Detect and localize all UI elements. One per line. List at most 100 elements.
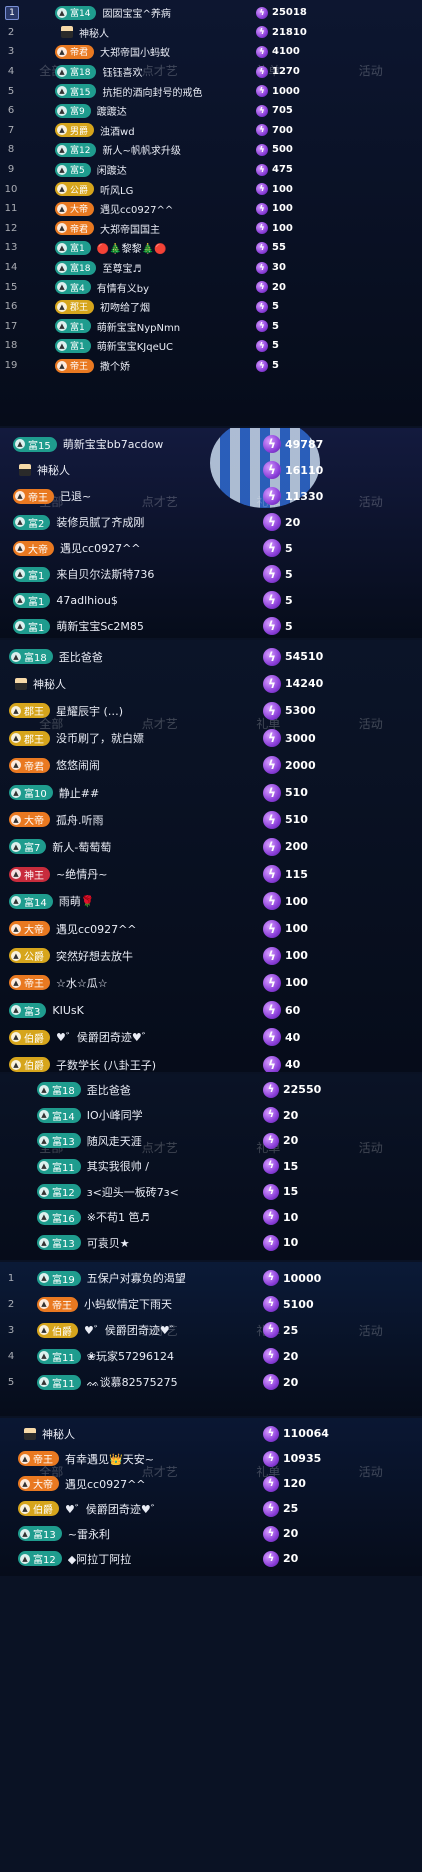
level-badge: ▲ 富4 — [55, 280, 91, 295]
level-badge: ▲ 帝君 — [55, 221, 95, 236]
leaderboard-row[interactable]: ▲ 大帝 遇见cc0927^^ ϟ 100 — [0, 916, 422, 941]
rank-number: 17 — [4, 320, 18, 332]
leaderboard-row[interactable]: ▲ 富13 随风走天涯 ϟ 20 — [0, 1129, 422, 1153]
leaderboard-row[interactable]: 16 ▲ 郡王 初吻给了烟 ϟ 5 — [0, 298, 422, 316]
leaderboard-row[interactable]: 8 ▲ 富12 新人~帆帆求升级 ϟ 500 — [0, 141, 422, 159]
leaderboard-row[interactable]: ▲ 帝王 ☆水☆瓜☆ ϟ 100 — [0, 970, 422, 995]
username: ❀玩家57296124 — [86, 1350, 174, 1363]
leaderboard-row[interactable]: 9 ▲ 富5 闲踱达 ϟ 475 — [0, 161, 422, 179]
leaderboard-row[interactable]: ▲ 富12 ◆阿拉丁阿拉 ϟ 20 — [0, 1547, 422, 1570]
leaderboard-row[interactable]: 18 ▲ 富1 萌新宝宝KJqeUC ϟ 5 — [0, 337, 422, 355]
leaderboard-row[interactable]: 10 ▲ 公爵 听风LG ϟ 100 — [0, 180, 422, 198]
leaderboard-row[interactable]: ▲ 郡王 没币刷了，就白嫖 ϟ 3000 — [0, 726, 422, 751]
leaderboard-row[interactable]: 神秘人 ϟ 110064 — [0, 1422, 422, 1445]
leaderboard-row[interactable]: 2 神秘人 ϟ 21810 — [0, 24, 422, 42]
leaderboard-row[interactable]: ▲ 神王 ~绝情丹~ ϟ 115 — [0, 862, 422, 887]
leaderboard-row[interactable]: 6 ▲ 富9 踱踱达 ϟ 705 — [0, 102, 422, 120]
coin-amount: 54510 — [285, 650, 324, 664]
leaderboard-row[interactable]: ▲ 富3 KIUsK ϟ 60 — [0, 998, 422, 1023]
coin-amount: 40 — [285, 1058, 301, 1072]
leaderboard-row[interactable]: 14 ▲ 富18 至尊宝♬ ϟ 30 — [0, 259, 422, 277]
leaderboard-row[interactable]: ▲ 富16 ※不苟1 笆♬ ϟ 10 — [0, 1206, 422, 1230]
badge-label: 富18 — [70, 68, 91, 79]
leaderboard-row[interactable]: ▲ 富1 来自贝尔法斯特736 ϟ 5 — [0, 562, 422, 586]
leaderboard-row[interactable]: 神秘人 ϟ 14240 — [0, 671, 422, 696]
username: 遇见cc0927^^ — [60, 542, 141, 555]
contribution-value: ϟ5 — [256, 320, 279, 333]
username: 47adlhiou$ — [56, 593, 118, 607]
leaderboard-row[interactable]: 7 ▲ 男爵 浊酒wd ϟ 700 — [0, 122, 422, 140]
leaderboard-row[interactable]: 1 ▲ 富14 囡囡宝宝^养病 ϟ 25018 — [0, 4, 422, 22]
leaderboard-row[interactable]: ▲ 富2 装修员腻了齐成刚 ϟ 20 — [0, 510, 422, 534]
lightning-coin-icon: ϟ — [263, 1132, 279, 1149]
leaderboard-row[interactable]: 17 ▲ 富1 萌新宝宝NypNmn ϟ 5 — [0, 318, 422, 336]
leaderboard-row[interactable]: 神秘人 ϟ 16110 — [0, 458, 422, 482]
badge-label: 帝王 — [28, 492, 48, 504]
lightning-coin-icon: ϟ — [263, 946, 281, 965]
leaderboard-row[interactable]: ▲ 帝君 悠悠闹闹 ϟ 2000 — [0, 753, 422, 778]
lightning-coin-icon: ϟ — [256, 339, 268, 352]
leaderboard-row[interactable]: ▲ 富18 歪比爸爸 ϟ 22550 — [0, 1078, 422, 1102]
lightning-coin-icon: ϟ — [263, 701, 281, 720]
badge-emblem-icon: ▲ — [20, 1478, 30, 1489]
user-info: ▲ 郡王 初吻给了烟 — [55, 299, 250, 314]
user-info: ▲ 大帝 遇见cc0927^^ — [9, 921, 257, 937]
badge-emblem-icon: ▲ — [11, 705, 21, 716]
coin-amount: 510 — [285, 813, 308, 827]
badge-emblem-icon: ▲ — [39, 1377, 49, 1387]
leaderboard-row[interactable]: 4 ▲ 富11 ❀玩家57296124 ϟ 20 — [0, 1344, 422, 1368]
leaderboard-row[interactable]: ▲ 富15 萌新宝宝bb7acdow ϟ 49787 — [0, 432, 422, 456]
leaderboard-row[interactable]: ▲ 富7 新人-萄萄萄 ϟ 200 — [0, 834, 422, 859]
leaderboard-row[interactable]: ▲ 富12 ɜ<迎头一板砖7ɜ< ϟ 15 — [0, 1180, 422, 1204]
level-badge: ▲ 富5 — [55, 162, 91, 177]
leaderboard-row[interactable]: 1 ▲ 富19 五保户对寡负的渴望 ϟ 10000 — [0, 1266, 422, 1290]
user-info: ▲ 富2 装修员腻了齐成刚 — [13, 514, 257, 530]
lightning-coin-icon: ϟ — [256, 222, 268, 235]
coin-amount: 5 — [272, 340, 279, 352]
leaderboard-row[interactable]: 2 ▲ 帝王 小蚂蚁情定下雨天 ϟ 5100 — [0, 1292, 422, 1316]
coin-amount: 100 — [285, 894, 308, 908]
level-badge: ▲ 富15 — [13, 436, 57, 452]
contribution-value: ϟ 1270 — [256, 65, 300, 78]
level-badge: ▲ 富1 — [55, 338, 91, 353]
leaderboard-row[interactable]: ▲ 大帝 遇见cc0927^^ ϟ 120 — [0, 1472, 422, 1495]
user-info: ▲ 伯爵 ♥゛侯爵团奇迹♥゛ — [37, 1322, 257, 1338]
leaderboard-row[interactable]: ▲ 富1 47adlhiou$ ϟ 5 — [0, 588, 422, 612]
leaderboard-row[interactable]: ▲ 大帝 遇见cc0927^^ ϟ 5 — [0, 536, 422, 560]
leaderboard-row[interactable]: 5 ▲ 富15 抗拒的酒向封号的戒色 ϟ 1000 — [0, 82, 422, 100]
leaderboard-row[interactable]: ▲ 大帝 孤舟.听雨 ϟ 510 — [0, 807, 422, 832]
leaderboard-row[interactable]: ▲ 富10 静止## ϟ 510 — [0, 780, 422, 805]
leaderboard-row[interactable]: ▲ 富1 萌新宝宝Sc2M85 ϟ 5 — [0, 614, 422, 638]
leaderboard-row[interactable]: ▲ 伯爵 子数学长 (八卦王子) ϟ 40 — [0, 1052, 422, 1072]
leaderboard-row[interactable]: ▲ 公爵 突然好想去放牛 ϟ 100 — [0, 943, 422, 968]
leaderboard-row[interactable]: 12 ▲ 帝君 大郑帝国国主 ϟ 100 — [0, 220, 422, 238]
lightning-coin-icon: ϟ — [256, 85, 268, 98]
leaderboard-row[interactable]: 15 ▲ 富4 有情有义by ϟ 20 — [0, 278, 422, 296]
leaderboard-row[interactable]: ▲ 帝王 已退~ ϟ 11330 — [0, 484, 422, 508]
leaderboard-row[interactable]: ▲ 帝王 有幸遇见👑天安~ ϟ 10935 — [0, 1447, 422, 1470]
leaderboard-row[interactable]: ▲ 富14 IO小峰同学 ϟ 20 — [0, 1104, 422, 1128]
leaderboard-row[interactable]: ▲ 富11 其实我很帅 / ϟ 15 — [0, 1155, 422, 1179]
level-badge: ▲ 富1 — [55, 240, 91, 255]
leaderboard-row[interactable]: ▲ 富13 可袁贝★ ϟ 10 — [0, 1231, 422, 1255]
leaderboard-row[interactable]: ▲ 伯爵 ♥゛侯爵团奇迹♥゛ ϟ 40 — [0, 1025, 422, 1050]
leaderboard-row[interactable]: 19 ▲ 帝王 撒个娇 ϟ 5 — [0, 357, 422, 375]
leaderboard-row[interactable]: ▲ 伯爵 ♥゛侯爵团奇迹♥゛ ϟ 25 — [0, 1497, 422, 1520]
leaderboard-row[interactable]: 4 ▲ 富18 钰钰喜欢 ϟ 1270 — [0, 63, 422, 81]
leaderboard-row[interactable]: ▲ 郡王 星耀辰宇 (…) ϟ 5300 — [0, 698, 422, 723]
leaderboard-row[interactable]: ▲ 富18 歪比爸爸 ϟ 54510 — [0, 644, 422, 669]
user-info: ▲ 帝王 撒个娇 — [55, 358, 250, 373]
leaderboard-row[interactable]: ▲ 富13 ~雷永利 ϟ 20 — [0, 1522, 422, 1545]
leaderboard-row[interactable]: 5 ▲ 富11 ᨐ谈慕82575275 ϟ 20 — [0, 1370, 422, 1394]
coin-amount: 100 — [272, 183, 293, 195]
leaderboard-row[interactable]: 11 ▲ 大帝 遇见cc0927^^ ϟ 100 — [0, 200, 422, 218]
coin-amount: 1270 — [272, 66, 300, 78]
leaderboard-row[interactable]: 13 ▲ 富1 🔴🎄黎黎🎄🔴 ϟ 55 — [0, 239, 422, 257]
coin-amount: 100 — [285, 949, 308, 963]
leaderboard-row[interactable]: ▲ 富14 雨萌🌹 ϟ 100 — [0, 889, 422, 914]
leaderboard-row[interactable]: 3 ▲ 帝君 大郑帝国小蚂蚁 ϟ 4100 — [0, 43, 422, 61]
lightning-coin-icon: ϟ — [263, 783, 281, 802]
badge-label: 公爵 — [70, 185, 89, 196]
leaderboard-row[interactable]: 3 ▲ 伯爵 ♥゛侯爵团奇迹♥゛ ϟ 25 — [0, 1318, 422, 1342]
user-info: 神秘人 — [13, 462, 257, 478]
